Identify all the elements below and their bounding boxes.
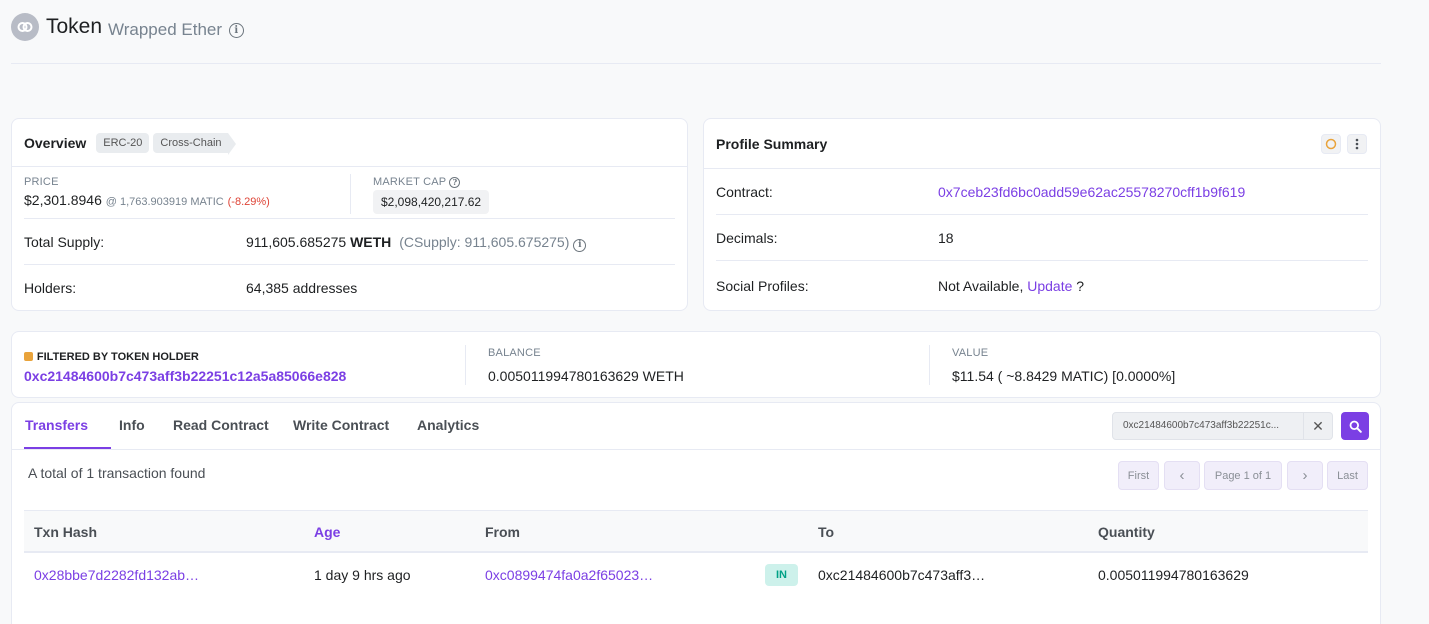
- wallet-icon: [24, 352, 33, 361]
- contract-label: Contract:: [716, 184, 773, 200]
- overview-header: Overview ERC-20 Cross-Chain: [12, 119, 687, 167]
- header-divider: [11, 63, 1381, 64]
- market-cap-label-text: MARKET CAP: [373, 176, 447, 188]
- tab-read-contract[interactable]: Read Contract: [173, 417, 269, 433]
- question-circle-icon[interactable]: ?: [449, 176, 461, 188]
- social-profiles-label: Social Profiles:: [716, 278, 809, 294]
- col-age[interactable]: Age: [314, 524, 340, 540]
- filter-divider-1: [465, 345, 466, 385]
- tab-analytics[interactable]: Analytics: [417, 417, 479, 433]
- transactions-summary: A total of 1 transaction found: [28, 465, 206, 481]
- tab-info[interactable]: Info: [119, 417, 145, 433]
- filter-card: FILTERED BY TOKEN HOLDER 0xc21484600b7c4…: [11, 331, 1381, 398]
- market-cap-box: $2,098,420,217.62: [373, 190, 490, 214]
- pagination-page: Page 1 of 1: [1204, 461, 1282, 490]
- page-subtitle: Wrapped Ether i: [108, 20, 244, 40]
- filter-label: FILTERED BY TOKEN HOLDER: [36, 351, 199, 363]
- profile-summary-card: Profile Summary Contract: 0x7ceb23fd6bc0…: [703, 118, 1381, 311]
- close-icon[interactable]: ✕: [1304, 412, 1333, 440]
- social-profiles-value: Not Available,: [938, 278, 1024, 294]
- balance-value: 0.005011994780163629 WETH: [488, 368, 684, 384]
- profile-divider-2: [716, 260, 1368, 261]
- token-name: Wrapped Ether: [108, 20, 223, 39]
- social-help[interactable]: ?: [1076, 278, 1084, 294]
- pagination-next[interactable]: ›: [1287, 461, 1323, 490]
- decimals-label: Decimals:: [716, 230, 778, 246]
- info-circle-icon[interactable]: i: [228, 23, 244, 38]
- holders-label: Holders:: [24, 280, 77, 296]
- market-cap-value: $2,098,420,217.62: [373, 190, 490, 214]
- from-address-link[interactable]: 0xc0899474fa0a2f65023…: [485, 567, 653, 583]
- holder-address-link[interactable]: 0xc21484600b7c473aff3b22251c12a5a85066e8…: [24, 368, 346, 384]
- search-icon: [1349, 420, 1362, 433]
- erc20-badge[interactable]: ERC-20: [96, 132, 150, 153]
- col-to: To: [818, 524, 835, 540]
- price-change: (-8.29%): [227, 196, 270, 208]
- txn-quantity: 0.005011994780163629: [1098, 567, 1249, 583]
- price-label: PRICE: [24, 176, 59, 188]
- overview-divider-1: [24, 218, 675, 219]
- overview-vertical-divider: [350, 174, 351, 214]
- contract-address-link[interactable]: 0x7ceb23fd6bc0add59e62ac25578270cff1b9f6…: [938, 184, 1245, 200]
- info-circle-icon[interactable]: i: [573, 238, 587, 252]
- pagination-first[interactable]: First: [1118, 461, 1159, 490]
- filter-divider-2: [929, 345, 930, 385]
- table-header-bg: [24, 510, 1368, 553]
- overview-title: Overview: [24, 134, 87, 151]
- decimals-value: 18: [938, 230, 954, 246]
- csupply-value: (CSupply: 911,605.675275): [399, 234, 570, 250]
- txn-hash-link[interactable]: 0x28bbe7d2282fd132ab…: [34, 567, 199, 583]
- page-title: Token: [46, 15, 103, 38]
- more-vertical-icon[interactable]: [1347, 134, 1367, 154]
- social-profiles-row: Not Available, Update ?: [938, 278, 1084, 294]
- total-supply-symbol: WETH: [350, 234, 392, 250]
- filter-label-row: FILTERED BY TOKEN HOLDER: [24, 347, 199, 363]
- total-supply-value: 911,605.685275: [246, 234, 347, 250]
- total-supply-label: Total Supply:: [24, 234, 105, 250]
- overview-card: Overview ERC-20 Cross-Chain PRICE $2,301…: [11, 118, 688, 311]
- profile-header: Profile Summary: [704, 119, 1380, 169]
- active-tab-indicator: [24, 447, 111, 449]
- value-value: $11.54 ( ~8.8429 MATIC) [0.0000%]: [952, 368, 1176, 384]
- pagination-prev[interactable]: ‹: [1164, 461, 1200, 490]
- tabs-bar-divider: [12, 449, 1380, 450]
- price-value: $2,301.8946: [24, 192, 102, 208]
- tab-write-contract[interactable]: Write Contract: [293, 417, 389, 433]
- overview-divider-2: [24, 264, 675, 265]
- cross-chain-badge[interactable]: Cross-Chain: [153, 132, 236, 155]
- direction-badge: IN: [765, 564, 798, 586]
- value-label: VALUE: [952, 347, 989, 359]
- profile-title: Profile Summary: [716, 135, 828, 152]
- col-from: From: [485, 524, 520, 540]
- holders-value[interactable]: 64,385 addresses: [246, 280, 357, 296]
- update-link[interactable]: Update: [1027, 278, 1072, 294]
- col-quantity: Quantity: [1098, 524, 1155, 540]
- col-txn-hash: Txn Hash: [34, 524, 98, 540]
- tab-transfers[interactable]: Transfers: [25, 417, 88, 433]
- market-cap-label: MARKET CAP ?: [373, 176, 461, 188]
- balance-label: BALANCE: [488, 347, 541, 359]
- to-address: 0xc21484600b7c473aff3…: [818, 567, 986, 583]
- status-circle-icon[interactable]: [1321, 134, 1341, 154]
- total-supply-row: 911,605.685275 WETH (CSupply: 911,605.67…: [246, 234, 587, 252]
- pagination-last[interactable]: Last: [1327, 461, 1368, 490]
- holder-search-input[interactable]: 0xc21484600b7c473aff3b22251c...: [1112, 412, 1304, 440]
- price-matic: @ 1,763.903919 MATIC: [105, 196, 224, 208]
- search-button[interactable]: [1341, 412, 1369, 440]
- profile-divider-1: [716, 214, 1368, 215]
- txn-age: 1 day 9 hrs ago: [314, 567, 411, 583]
- price-row: $2,301.8946 @ 1,763.903919 MATIC (-8.29%…: [24, 192, 270, 208]
- token-logo-icon: [11, 13, 39, 41]
